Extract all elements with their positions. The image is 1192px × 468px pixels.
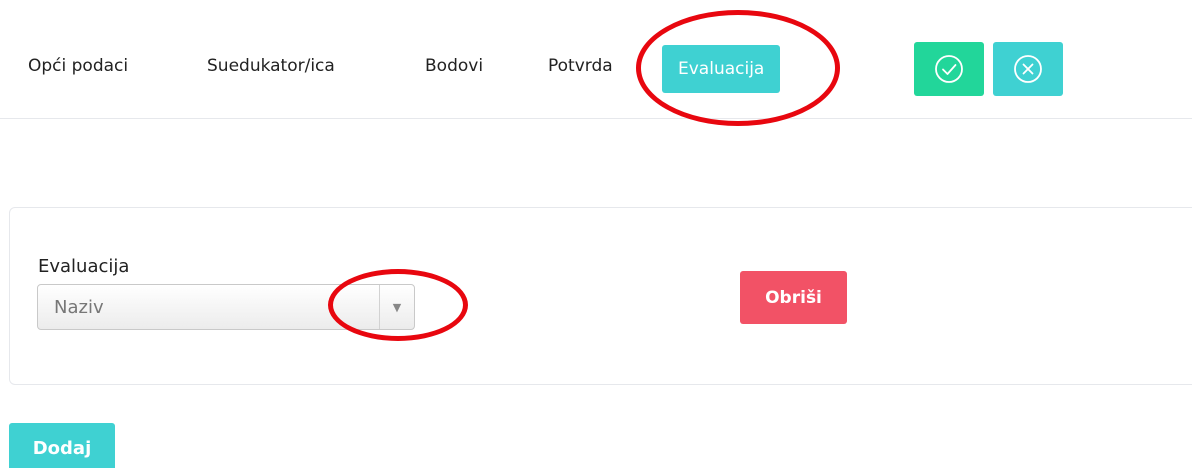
page: Opći podaci Suedukator/ica Bodovi Potvrd… (0, 0, 1192, 468)
select-value: Naziv (54, 297, 104, 318)
add-button[interactable]: Dodaj (9, 423, 115, 468)
evaluation-select[interactable]: Naziv ▼ (37, 284, 415, 330)
tab-potvrda[interactable]: Potvrda (548, 56, 613, 76)
tab-opci-podaci[interactable]: Opći podaci (28, 56, 128, 76)
tab-evaluacija[interactable]: Evaluacija (662, 45, 781, 93)
check-circle-icon (935, 55, 963, 83)
cancel-button[interactable] (993, 42, 1063, 96)
x-circle-icon (1014, 55, 1042, 83)
delete-button[interactable]: Obriši (740, 271, 847, 324)
confirm-button[interactable] (914, 42, 984, 96)
evaluation-field-label: Evaluacija (38, 256, 130, 277)
tab-suedukator[interactable]: Suedukator/ica (207, 56, 335, 76)
tab-bar: Opći podaci Suedukator/ica Bodovi Potvrd… (0, 0, 1192, 119)
tab-bodovi[interactable]: Bodovi (425, 56, 483, 76)
dropdown-arrow-icon[interactable]: ▼ (379, 285, 414, 329)
